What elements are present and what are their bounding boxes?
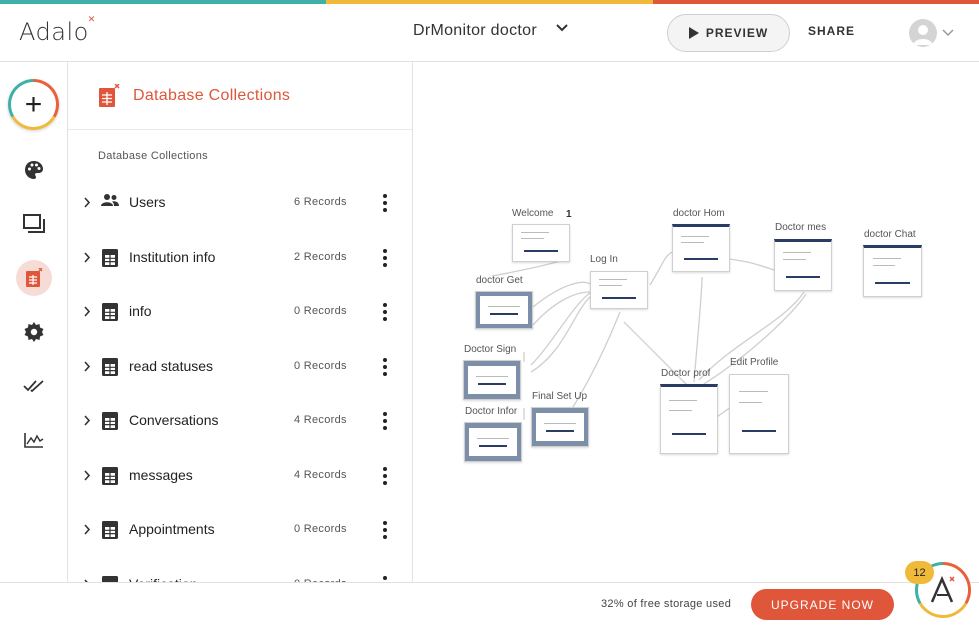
collection-row[interactable]: read statuses 0 Records (68, 340, 412, 394)
gear-icon[interactable] (16, 314, 52, 350)
table-icon (101, 520, 119, 545)
adalo-logo[interactable]: Adalo ✕ (19, 15, 95, 46)
screen-thumbnail[interactable] (863, 245, 922, 297)
collection-name: Appointments (129, 521, 215, 537)
table-icon (101, 357, 119, 382)
screen-canvas[interactable]: Welcome 1 doctor Get Log In doctor Hom Doctor… (414, 62, 979, 582)
app-title[interactable]: DrMonitor doctor (413, 22, 537, 40)
screen-thumbnail[interactable] (464, 422, 522, 462)
collection-row[interactable]: Institution info 2 Records (68, 231, 412, 285)
screen-thumbnail[interactable] (660, 384, 718, 454)
chevron-right-icon[interactable] (83, 415, 91, 426)
collection-row[interactable]: messages 4 Records (68, 449, 412, 503)
section-label: Database Collections (98, 150, 208, 162)
play-icon (688, 27, 699, 39)
chevron-right-icon[interactable] (83, 360, 91, 372)
collection-name: info (129, 303, 152, 319)
screen-label[interactable]: doctor Get (476, 275, 523, 286)
collection-row[interactable]: Verification0 Records (68, 558, 412, 582)
preview-button[interactable]: PREVIEW (667, 14, 790, 52)
users-icon (101, 193, 119, 212)
more-vertical-icon[interactable] (379, 303, 391, 321)
more-vertical-icon[interactable] (379, 248, 391, 267)
upgrade-now-button[interactable]: UPGRADE NOW (751, 589, 894, 620)
top-header: Adalo ✕ DrMonitor doctor PREVIEW SHARE (0, 4, 979, 62)
collection-name: messages (129, 466, 193, 483)
chevron-right-icon[interactable] (83, 306, 91, 317)
more-vertical-icon[interactable] (379, 194, 391, 212)
collection-row[interactable]: Appointments 0 Records (68, 503, 412, 557)
more-vertical-icon[interactable] (379, 521, 391, 539)
collection-name: Users (129, 194, 166, 210)
more-vertical-icon[interactable] (379, 466, 391, 485)
database-panel: Database Collections Database Collection… (68, 62, 413, 582)
collection-row[interactable]: Conversations 4 Records (68, 394, 412, 448)
table-icon (101, 575, 119, 582)
collection-row[interactable]: Users 6 Records (68, 176, 412, 230)
screen-thumbnail[interactable] (590, 271, 648, 309)
notification-badge[interactable]: 12 (905, 561, 934, 584)
share-button[interactable]: SHARE (808, 24, 855, 38)
plus-icon: + (11, 82, 56, 127)
screen-label[interactable]: doctor Chat (864, 229, 916, 240)
analytics-icon[interactable] (16, 422, 52, 458)
screen-thumbnail[interactable] (774, 239, 832, 291)
footer-bar: 32% of free storage used UPGRADE NOW (0, 582, 979, 625)
screen-thumbnail[interactable] (672, 224, 730, 272)
storage-usage-text: 32% of free storage used (601, 598, 732, 610)
database-icon[interactable] (16, 260, 52, 296)
screen-label[interactable]: Doctor prof (661, 368, 710, 379)
screen-label[interactable]: Log In (590, 254, 618, 265)
add-component-button[interactable]: + (8, 79, 59, 130)
more-vertical-icon[interactable] (379, 357, 391, 376)
chevron-right-icon[interactable] (83, 524, 91, 535)
adalo-a-icon (930, 575, 955, 603)
screen-label[interactable]: doctor Hom (673, 208, 725, 219)
collection-name: Conversations (129, 412, 219, 428)
screen-thumbnail[interactable] (475, 291, 533, 329)
table-icon (101, 411, 119, 436)
collection-name: read statuses (129, 357, 214, 374)
chevron-down-icon[interactable] (942, 28, 954, 38)
table-icon (101, 302, 119, 327)
collection-record-count: 0 Records (294, 359, 347, 372)
palette-icon[interactable] (16, 152, 52, 188)
screen-label[interactable]: Welcome (512, 208, 554, 219)
panel-header: Database Collections (68, 62, 412, 130)
chevron-right-icon[interactable] (83, 251, 91, 263)
screen-thumbnail[interactable] (531, 407, 589, 447)
left-rail: + (0, 62, 68, 582)
table-icon (101, 248, 119, 273)
screen-thumbnail[interactable] (729, 374, 789, 454)
double-check-icon[interactable] (16, 368, 52, 404)
collection-name: Institution info (129, 248, 216, 265)
screen-label[interactable]: Doctor Infor (465, 406, 517, 417)
screen-label[interactable]: Doctor Sign (464, 344, 516, 355)
database-icon (99, 84, 120, 107)
collection-record-count: 6 Records (294, 196, 347, 208)
screen-label[interactable]: Final Set Up (532, 391, 587, 402)
screen-label[interactable]: Doctor mes (775, 222, 826, 233)
more-vertical-icon[interactable] (379, 412, 391, 430)
collection-row[interactable]: info 0 Records (68, 285, 412, 339)
home-screen-badge: 1 (566, 209, 572, 220)
table-icon (101, 466, 119, 491)
chevron-down-icon[interactable] (555, 20, 569, 34)
collection-record-count: 0 Records (294, 523, 347, 535)
screens-icon[interactable] (16, 206, 52, 242)
chevron-right-icon[interactable] (83, 197, 91, 208)
screen-thumbnail[interactable] (463, 360, 521, 400)
collection-record-count: 0 Records (294, 305, 347, 317)
screen-thumbnail[interactable] (512, 224, 570, 262)
panel-title: Database Collections (133, 87, 291, 104)
screen-label[interactable]: Edit Profile (730, 357, 778, 368)
avatar[interactable] (909, 19, 937, 47)
chevron-right-icon[interactable] (83, 469, 91, 481)
collection-record-count: 4 Records (294, 414, 347, 426)
collection-record-count: 2 Records (294, 250, 347, 263)
collection-record-count: 4 Records (294, 468, 347, 481)
